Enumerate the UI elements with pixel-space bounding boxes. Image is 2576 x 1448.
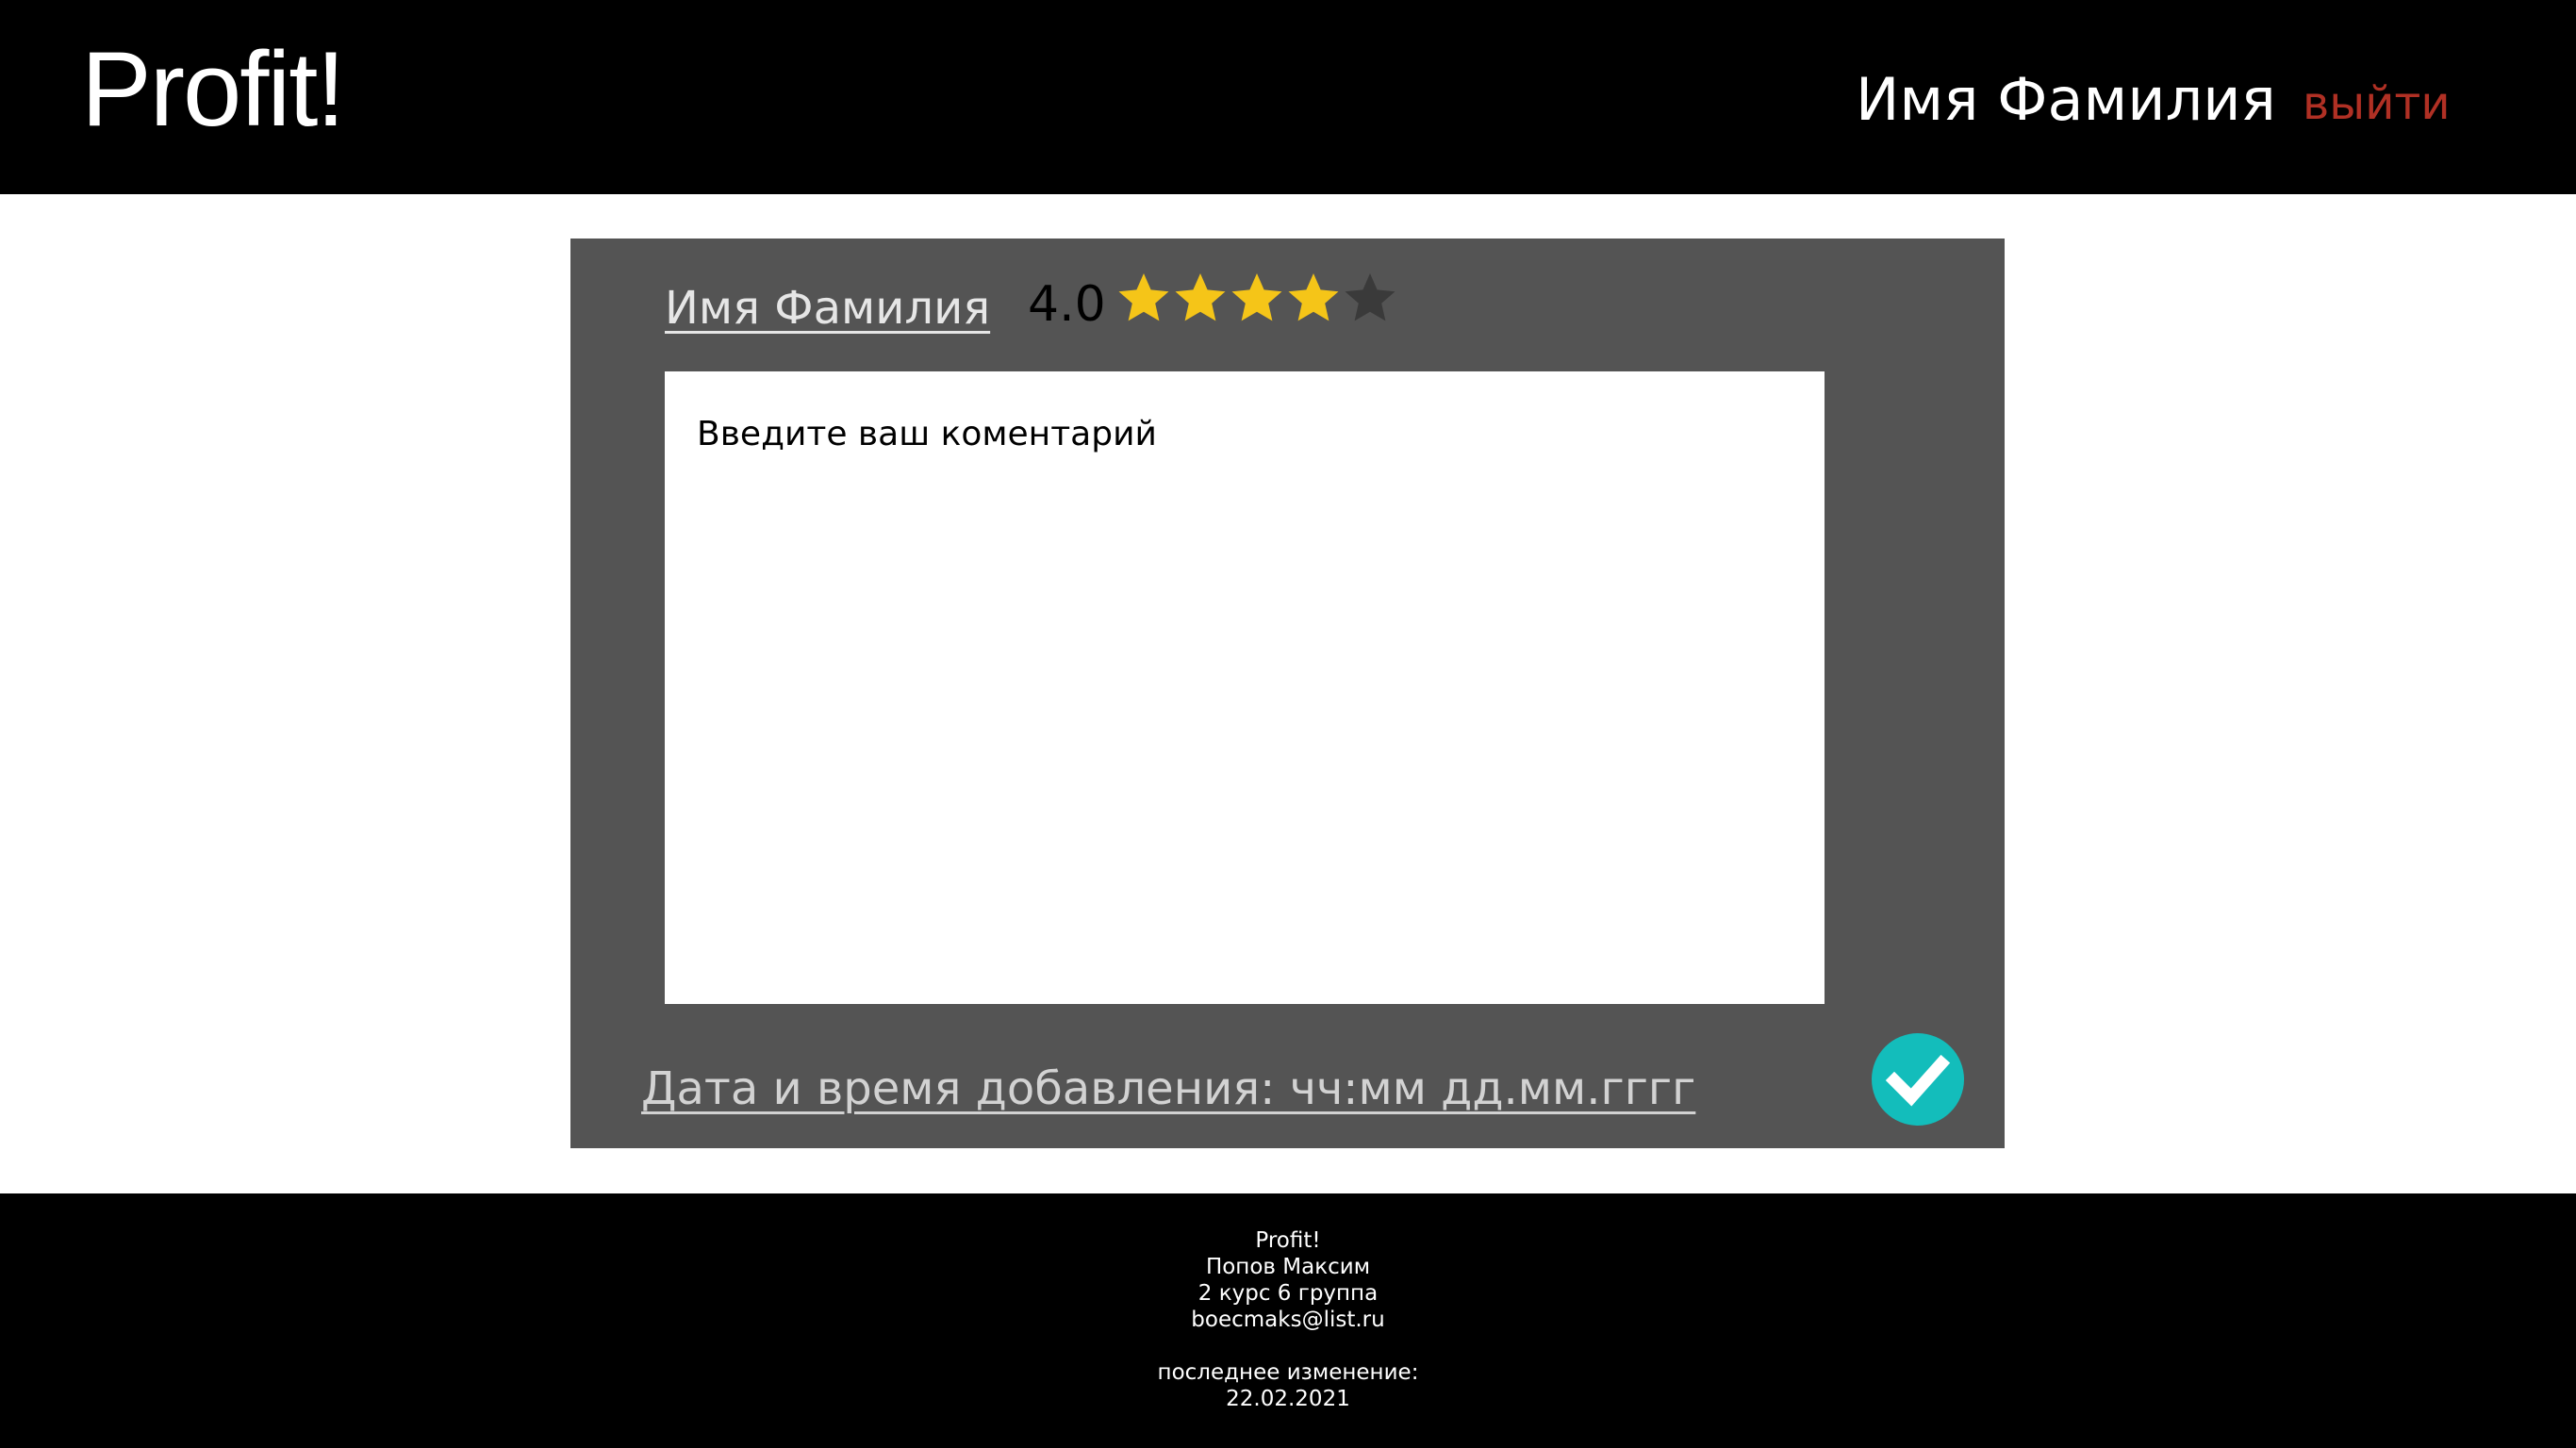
review-form-card: Имя Фамилия 4.0 Дата и время добавления:… [570, 239, 2005, 1148]
page-header: Profit! Имя Фамилия выйти [0, 0, 2576, 194]
page-footer: Profit! Попов Максим 2 курс 6 группа boe… [0, 1193, 2576, 1448]
date-added-link[interactable]: Дата и время добавления: чч:мм дд.мм.ггг… [641, 1059, 1695, 1119]
rating-value: 4.0 [1028, 276, 1106, 333]
checkmark-icon [1885, 1054, 1951, 1107]
footer-email: boecmaks@list.ru [1191, 1308, 1385, 1332]
footer-course: 2 курс 6 группа [1197, 1281, 1379, 1306]
footer-last-modified-label: последнее изменение: [1157, 1360, 1419, 1385]
submit-button[interactable] [1872, 1033, 1964, 1126]
star-filled-icon[interactable] [1285, 271, 1342, 327]
rating-stars[interactable] [1115, 271, 1398, 331]
footer-last-modified-date: 22.02.2021 [1226, 1387, 1350, 1411]
star-filled-icon[interactable] [1172, 271, 1229, 327]
footer-site-name: Profit! [1255, 1228, 1321, 1253]
comment-input[interactable] [665, 371, 1825, 1004]
review-author-link[interactable]: Имя Фамилия [665, 278, 990, 338]
star-filled-icon[interactable] [1115, 271, 1172, 327]
logout-link[interactable]: выйти [2303, 74, 2451, 134]
footer-author: Попов Максим [1205, 1255, 1371, 1279]
star-empty-icon[interactable] [1342, 271, 1398, 327]
current-user-name[interactable]: Имя Фамилия [1856, 66, 2276, 134]
footer-spacer [0, 1333, 2576, 1359]
star-filled-icon[interactable] [1229, 271, 1285, 327]
site-logo[interactable]: Profit! [81, 28, 346, 151]
